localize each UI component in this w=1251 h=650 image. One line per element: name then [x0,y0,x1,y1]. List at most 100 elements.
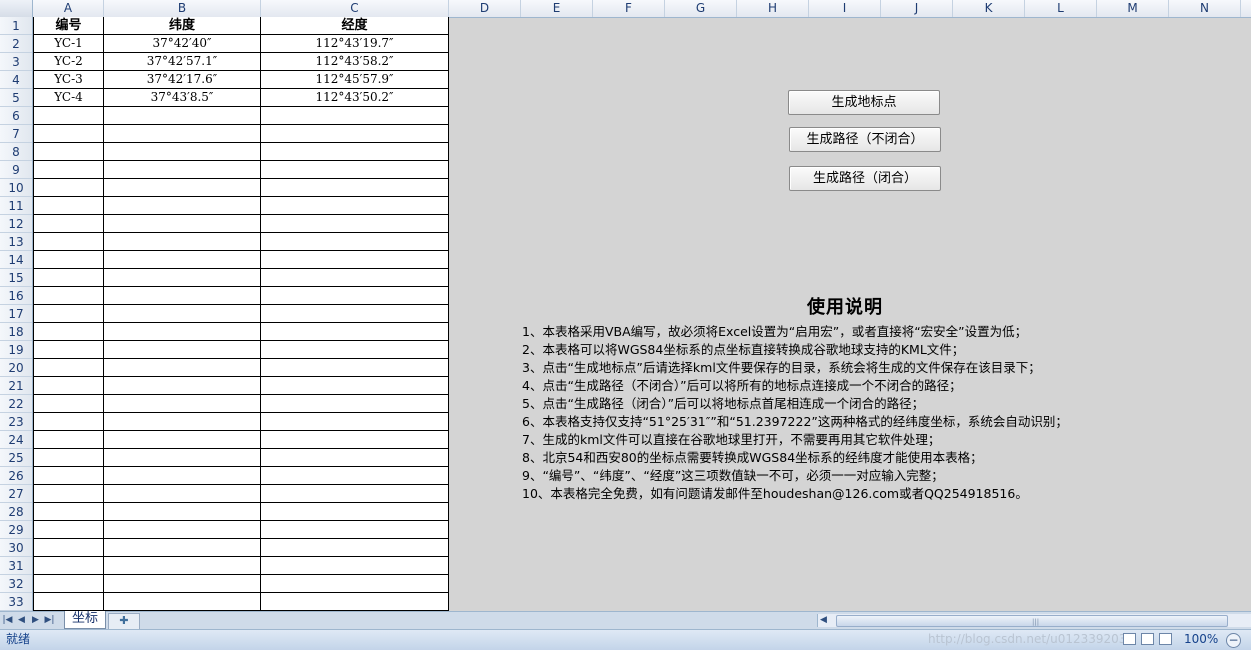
generate-closed-path-button[interactable]: 生成路径（闭合） [789,166,941,191]
last-sheet-icon[interactable]: ▶| [44,612,55,629]
zoom-out-icon[interactable]: − [1226,633,1241,648]
empty-cell[interactable] [261,341,449,359]
empty-cell[interactable] [33,305,104,323]
empty-cell[interactable] [104,215,261,233]
row-header-24[interactable]: 24 [0,431,32,449]
row-header-7[interactable]: 7 [0,125,32,143]
empty-cell[interactable] [261,269,449,287]
column-header-i[interactable]: I [809,0,881,17]
row-header-29[interactable]: 29 [0,521,32,539]
empty-cell[interactable] [261,377,449,395]
scrollbar-thumb[interactable]: ||| [836,615,1228,627]
empty-cell[interactable] [33,197,104,215]
row-header-27[interactable]: 27 [0,485,32,503]
column-header-f[interactable]: F [593,0,665,17]
column-header-k[interactable]: K [953,0,1025,17]
empty-cell[interactable] [33,251,104,269]
empty-cell[interactable] [33,359,104,377]
row-header-20[interactable]: 20 [0,359,32,377]
empty-cell[interactable] [261,521,449,539]
empty-cell[interactable] [33,521,104,539]
empty-cell[interactable] [104,143,261,161]
empty-cell[interactable] [33,107,104,125]
cell-longitude[interactable]: 112°43′58.2″ [261,53,449,71]
cell-latitude[interactable]: 37°42′17.6″ [104,71,261,89]
first-sheet-icon[interactable]: |◀ [2,612,13,629]
empty-cell[interactable] [33,161,104,179]
empty-cell[interactable] [33,341,104,359]
column-header-g[interactable]: G [665,0,737,17]
empty-cell[interactable] [33,431,104,449]
horizontal-scrollbar[interactable]: ◀ ||| [817,614,1251,627]
empty-cell[interactable] [104,539,261,557]
empty-cell[interactable] [33,215,104,233]
empty-cell[interactable] [261,107,449,125]
empty-cell[interactable] [261,215,449,233]
row-header-10[interactable]: 10 [0,179,32,197]
row-header-28[interactable]: 28 [0,503,32,521]
empty-cell[interactable] [33,125,104,143]
empty-cell[interactable] [261,233,449,251]
row-header-1[interactable]: 1 [0,17,32,35]
empty-cell[interactable] [261,575,449,593]
empty-cell[interactable] [104,503,261,521]
column-header-n[interactable]: N [1169,0,1241,17]
next-sheet-icon[interactable]: ▶ [30,612,41,629]
empty-cell[interactable] [104,197,261,215]
row-header-19[interactable]: 19 [0,341,32,359]
empty-cell[interactable] [261,539,449,557]
empty-cell[interactable] [104,341,261,359]
empty-cell[interactable] [104,377,261,395]
row-header-4[interactable]: 4 [0,71,32,89]
empty-cell[interactable] [261,287,449,305]
empty-cell[interactable] [261,413,449,431]
empty-cell[interactable] [33,395,104,413]
empty-cell[interactable] [104,521,261,539]
row-header-9[interactable]: 9 [0,161,32,179]
empty-cell[interactable] [33,287,104,305]
scroll-left-icon[interactable]: ◀ [820,614,827,627]
empty-cell[interactable] [33,575,104,593]
empty-cell[interactable] [33,413,104,431]
empty-cell[interactable] [261,143,449,161]
empty-cell[interactable] [33,179,104,197]
cell-longitude[interactable]: 112°45′57.9″ [261,71,449,89]
empty-cell[interactable] [104,107,261,125]
select-all-corner[interactable] [0,0,33,17]
prev-sheet-icon[interactable]: ◀ [16,612,27,629]
cell-latitude[interactable]: 37°42′40″ [104,35,261,53]
empty-cell[interactable] [104,179,261,197]
cell-longitude[interactable]: 112°43′19.7″ [261,35,449,53]
empty-cell[interactable] [33,143,104,161]
empty-cell[interactable] [261,395,449,413]
row-header-12[interactable]: 12 [0,215,32,233]
empty-cell[interactable] [104,413,261,431]
row-header-3[interactable]: 3 [0,53,32,71]
empty-cell[interactable] [261,485,449,503]
sheet-tab-coordinates[interactable]: 坐标 [64,611,106,629]
empty-cell[interactable] [104,557,261,575]
empty-cell[interactable] [33,557,104,575]
row-header-14[interactable]: 14 [0,251,32,269]
empty-cell[interactable] [261,431,449,449]
zoom-level[interactable]: 100% [1184,630,1218,649]
row-header-33[interactable]: 33 [0,593,32,611]
cell-id[interactable]: YC-4 [33,89,104,107]
empty-cell[interactable] [104,161,261,179]
cell-id[interactable]: YC-2 [33,53,104,71]
empty-cell[interactable] [104,593,261,611]
empty-cell[interactable] [33,323,104,341]
row-header-32[interactable]: 32 [0,575,32,593]
column-header-m[interactable]: M [1097,0,1169,17]
row-header-31[interactable]: 31 [0,557,32,575]
empty-cell[interactable] [261,305,449,323]
normal-view-icon[interactable] [1123,633,1136,645]
empty-cell[interactable] [104,575,261,593]
column-header-c[interactable]: C [261,0,449,17]
empty-cell[interactable] [104,251,261,269]
row-header-11[interactable]: 11 [0,197,32,215]
cell-latitude[interactable]: 37°43′8.5″ [104,89,261,107]
row-header-22[interactable]: 22 [0,395,32,413]
row-header-16[interactable]: 16 [0,287,32,305]
row-header-26[interactable]: 26 [0,467,32,485]
